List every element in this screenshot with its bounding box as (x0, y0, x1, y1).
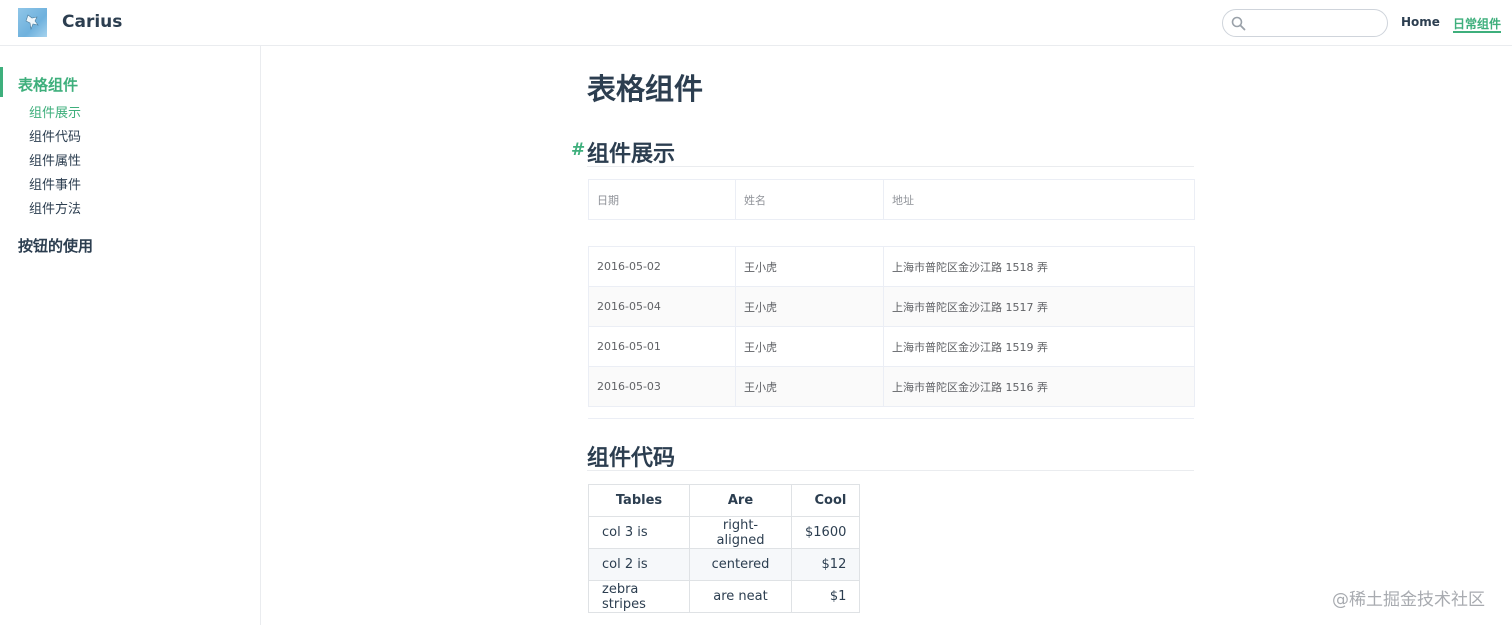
table-cell: $1600 (790, 516, 861, 549)
sidebar-item-events[interactable]: 组件事件 (29, 174, 81, 193)
md-table-row: zebra stripes are neat $1 (588, 580, 861, 613)
table-cell: 王小虎 (735, 246, 884, 287)
table-cell: col 3 is (588, 516, 690, 549)
el-table-header: 日期 姓名 地址 (588, 179, 1195, 220)
sidebar-item-code[interactable]: 组件代码 (29, 126, 81, 145)
table-row[interactable]: 2016-05-03 王小虎 上海市普陀区金沙江路 1516 弄 (588, 366, 1195, 407)
md-table-row: col 3 is right-aligned $1600 (588, 516, 861, 549)
watermark: @稀土掘金技术社区 (1332, 590, 1485, 610)
sidebar: 表格组件 组件展示 组件代码 组件属性 组件事件 组件方法 按钮的使用 (0, 46, 261, 625)
md-table-row: col 2 is centered $12 (588, 548, 861, 581)
search-input[interactable] (1249, 12, 1383, 36)
table-cell: centered (689, 548, 792, 581)
bird-icon (25, 14, 39, 31)
page-title: 表格组件 (587, 72, 704, 106)
table-bottom-border (588, 418, 1194, 419)
table-cell: $12 (790, 548, 861, 581)
sidebar-item-demo[interactable]: 组件展示 (29, 102, 81, 121)
table-cell: 上海市普陀区金沙江路 1516 弄 (883, 366, 1195, 407)
table-cell: 2016-05-01 (588, 326, 736, 367)
header-anchor[interactable]: # (571, 140, 585, 160)
table-cell: are neat (689, 580, 792, 613)
markdown-table: Tables Are Cool col 3 is right-aligned $… (588, 484, 861, 613)
navbar: Carius Home 日常组件 (0, 0, 1512, 46)
table-cell: 上海市普陀区金沙江路 1518 弄 (883, 246, 1195, 287)
column-header-address[interactable]: 地址 (883, 179, 1195, 220)
table-cell: 上海市普陀区金沙江路 1519 弄 (883, 326, 1195, 367)
sidebar-active-indicator (0, 67, 3, 97)
sidebar-group-button-usage[interactable]: 按钮的使用 (18, 235, 93, 256)
md-header-tables: Tables (588, 484, 690, 517)
column-header-name[interactable]: 姓名 (735, 179, 884, 220)
nav-link-home[interactable]: Home (1401, 15, 1440, 29)
search-box[interactable] (1222, 9, 1388, 37)
table-cell: 上海市普陀区金沙江路 1517 弄 (883, 286, 1195, 327)
table-row[interactable]: 2016-05-04 王小虎 上海市普陀区金沙江路 1517 弄 (588, 286, 1195, 327)
search-icon (1231, 16, 1246, 31)
table-cell: 王小虎 (735, 366, 884, 407)
column-header-date[interactable]: 日期 (588, 179, 736, 220)
site-name[interactable]: Carius (62, 12, 122, 32)
el-table-body: 2016-05-02 王小虎 上海市普陀区金沙江路 1518 弄 2016-05… (588, 246, 1195, 407)
table-row[interactable]: 2016-05-02 王小虎 上海市普陀区金沙江路 1518 弄 (588, 246, 1195, 287)
md-header-are: Are (689, 484, 792, 517)
sidebar-item-methods[interactable]: 组件方法 (29, 198, 81, 217)
section-divider (587, 470, 1194, 471)
table-cell: zebra stripes (588, 580, 690, 613)
table-cell: 2016-05-02 (588, 246, 736, 287)
site-logo[interactable] (18, 8, 47, 37)
md-header-cool: Cool (790, 484, 861, 517)
sidebar-group-table-components[interactable]: 表格组件 (18, 74, 78, 95)
nav-active-underline (1453, 31, 1501, 33)
sidebar-item-attributes[interactable]: 组件属性 (29, 150, 81, 169)
table-cell: 2016-05-04 (588, 286, 736, 327)
section-divider (587, 166, 1194, 167)
table-cell: $1 (790, 580, 861, 613)
section-title-demo: 组件展示 (587, 142, 676, 167)
nav-link-daily-components[interactable]: 日常组件 (1453, 15, 1501, 32)
table-cell: col 2 is (588, 548, 690, 581)
table-cell: right-aligned (689, 516, 792, 549)
table-cell: 2016-05-03 (588, 366, 736, 407)
table-row[interactable]: 2016-05-01 王小虎 上海市普陀区金沙江路 1519 弄 (588, 326, 1195, 367)
table-cell: 王小虎 (735, 326, 884, 367)
section-title-code: 组件代码 (587, 446, 676, 471)
table-cell: 王小虎 (735, 286, 884, 327)
